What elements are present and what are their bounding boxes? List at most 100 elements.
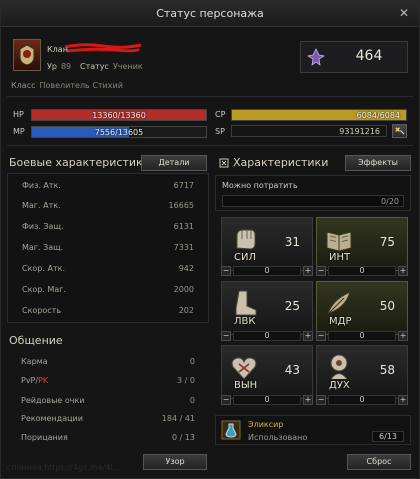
diamond-icon [219, 158, 229, 168]
increase-button[interactable]: + [303, 331, 313, 341]
character-status-window: Статус персонажа ✕ Клан Ур 89 Статус Учени… [0, 0, 420, 479]
pattern-button[interactable]: Узор [143, 454, 207, 470]
points-panel: Можно потратить 0/20 [215, 175, 411, 211]
stat-value: 202 [178, 306, 194, 315]
stepper-value[interactable]: 0 [328, 395, 396, 405]
stat-name: ДУХ [329, 380, 350, 391]
cp-bar: 6084/6084 [231, 109, 407, 121]
stepper-value[interactable]: 0 [328, 266, 396, 276]
combat-stats-panel: Физ. Атк. 6717 Маг. Атк. 16665 Физ. Защ. 61… [7, 173, 209, 323]
social-label: Порицания [21, 433, 68, 442]
level-info: Ур 89 [47, 62, 71, 71]
stat-name: ВЫН [234, 380, 258, 391]
stat-con: ВЫН 43 [221, 345, 313, 399]
decrease-button[interactable]: − [221, 395, 231, 405]
level-value: 89 [60, 62, 72, 71]
can-spend-value: 0/20 [381, 197, 399, 206]
title-bar[interactable]: Статус персонажа ✕ [1, 1, 419, 27]
stat-value: 50 [379, 299, 395, 313]
stat-wit: МДР 50 [316, 281, 408, 335]
cp-value: 6084/6084 [356, 111, 400, 120]
stat-value: 43 [284, 363, 300, 377]
increase-button[interactable]: + [398, 395, 408, 405]
class-label: Класс [11, 81, 36, 90]
stepper-value[interactable]: 0 [233, 395, 301, 405]
decrease-button[interactable]: − [316, 331, 326, 341]
mp-value: 7556/13605 [94, 128, 144, 137]
effects-button[interactable]: Эффекты [345, 155, 411, 171]
increase-button[interactable]: + [398, 266, 408, 276]
stepper-value[interactable]: 0 [233, 331, 301, 341]
sp-convert-icon [395, 127, 405, 135]
cp-label: CP [215, 110, 226, 119]
status-label: Статус [80, 62, 109, 71]
divider [7, 96, 413, 97]
increase-button[interactable]: + [303, 266, 313, 276]
stat-value: 6717 [173, 181, 194, 190]
increase-button[interactable]: + [303, 395, 313, 405]
status-value: Ученик [112, 62, 143, 71]
combat-power-icon [306, 48, 326, 66]
sp-label: SP [215, 127, 225, 136]
clan-label: Клан [47, 45, 68, 54]
stat-value: 25 [284, 299, 300, 313]
divider [7, 145, 413, 146]
window-title: Статус персонажа [156, 7, 264, 20]
stat-value: 2000 [173, 285, 194, 294]
details-button[interactable]: Детали [141, 155, 207, 171]
social-value: 0 [189, 396, 195, 405]
stat-str-stepper: − 0 + [221, 266, 313, 276]
book-icon [326, 231, 352, 252]
stat-value: 942 [178, 264, 194, 273]
stat-value: 75 [379, 235, 395, 249]
elixir-used-value: 6/13 [372, 431, 404, 442]
social-title: Общение [9, 334, 63, 347]
stat-label: Маг. Защ. [22, 243, 64, 252]
stat-men-stepper: − 0 + [316, 395, 408, 405]
can-spend-label: Можно потратить [222, 181, 298, 190]
social-label: Рейдовые очки [21, 396, 85, 405]
stat-name: ИНТ [329, 252, 351, 263]
stat-label: Маг. Атк. [22, 201, 61, 210]
stat-label: Скор. Атк. [22, 264, 65, 273]
sp-value: 93191216 [339, 127, 380, 136]
hp-bar: 13360/13360 [31, 109, 207, 121]
sp-convert-button[interactable] [392, 124, 407, 138]
stat-label: Скорость [22, 306, 62, 315]
stat-name: МДР [329, 316, 352, 327]
stat-con-stepper: − 0 + [221, 395, 313, 405]
stepper-value[interactable]: 0 [328, 331, 396, 341]
elixir-icon [221, 420, 241, 440]
decrease-button[interactable]: − [316, 266, 326, 276]
increase-button[interactable]: + [398, 331, 408, 341]
points-bar: 0/20 [222, 195, 404, 207]
combat-stats-title: Боевые характеристики [9, 156, 150, 169]
stat-name: СИЛ [234, 252, 256, 263]
stat-label: Физ. Защ. [22, 222, 64, 231]
stat-int-stepper: − 0 + [316, 266, 408, 276]
stat-value: 7331 [173, 243, 194, 252]
feather-icon [327, 291, 351, 315]
social-label: Карма [21, 357, 48, 366]
stat-label: Скор. Маг. [22, 285, 67, 294]
hp-value: 13360/13360 [92, 111, 146, 120]
pvp-label: PvP [21, 376, 36, 385]
combat-power-box: 464 [300, 41, 408, 73]
elixir-panel: Эликсир Использовано 6/13 [215, 415, 411, 445]
decrease-button[interactable]: − [221, 331, 231, 341]
close-icon[interactable]: ✕ [397, 6, 411, 20]
stepper-value[interactable]: 0 [233, 266, 301, 276]
stat-value: 31 [284, 235, 300, 249]
stat-men: ДУХ 58 [316, 345, 408, 399]
elixir-label: Эликсир [248, 420, 284, 429]
pvp-pk-label: PvP/PK [21, 376, 48, 385]
decrease-button[interactable]: − [316, 395, 326, 405]
social-panel: Карма 0 PvP/PK 3 / 0 Рейдовые очки 0 Рекоме… [7, 351, 209, 447]
reset-button[interactable]: Сброс [347, 454, 411, 470]
stat-wit-stepper: − 0 + [316, 331, 408, 341]
spirit-icon [330, 354, 348, 380]
stat-name: ЛВК [234, 316, 256, 327]
class-value: Повелитель Стихий [39, 81, 123, 90]
decrease-button[interactable]: − [221, 266, 231, 276]
combat-power-value: 464 [355, 48, 383, 64]
